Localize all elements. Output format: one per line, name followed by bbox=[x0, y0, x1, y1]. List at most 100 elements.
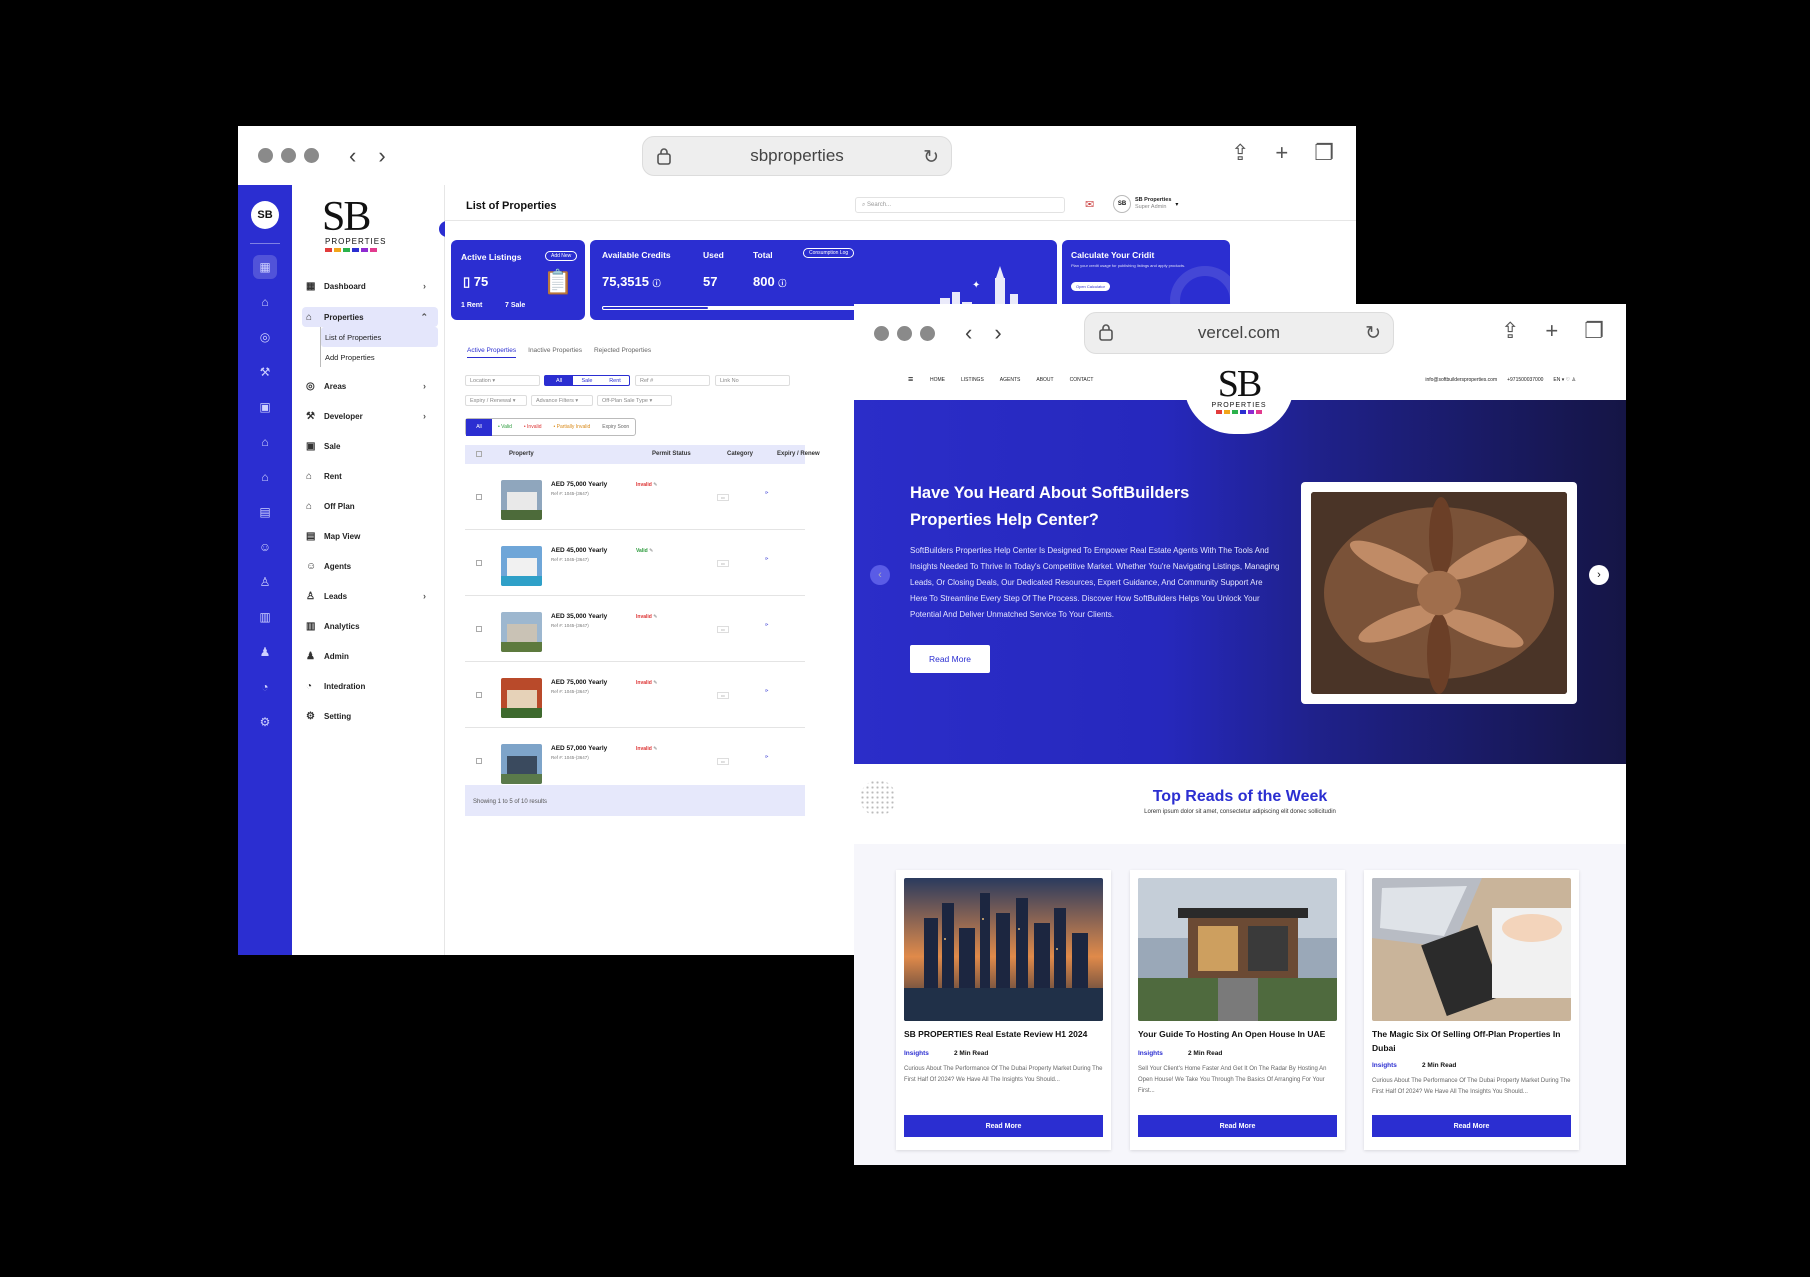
rail-analytics-icon[interactable]: ▥ bbox=[253, 605, 277, 629]
hamburger-icon[interactable]: ≡ bbox=[908, 374, 913, 384]
rail-agents-icon[interactable]: ☺ bbox=[253, 535, 277, 559]
off-plan-sale-type-filter[interactable]: Off-Plan Sale Type ▾ bbox=[597, 395, 672, 406]
sidebar-item-areas[interactable]: ◎ Areas › bbox=[292, 371, 444, 401]
type-rent-option[interactable]: Rent bbox=[601, 376, 629, 385]
rail-sale-icon[interactable]: ▣ bbox=[253, 395, 277, 419]
edit-icon[interactable]: ✎ bbox=[653, 746, 657, 752]
new-tab-icon[interactable]: + bbox=[1275, 140, 1288, 166]
edit-icon[interactable]: ✎ bbox=[653, 614, 657, 620]
article-card[interactable]: The Magic Six Of Selling Off-Plan Proper… bbox=[1364, 870, 1579, 1150]
forward-arrow-icon[interactable]: › bbox=[378, 143, 385, 169]
sidebar-item-leads[interactable]: ♙ Leads › bbox=[292, 581, 444, 611]
back-arrow-icon[interactable]: ‹ bbox=[965, 320, 972, 346]
sidebar-item-map-view[interactable]: ▤ Map View bbox=[292, 521, 444, 551]
rail-offplan-icon[interactable]: ⌂ bbox=[253, 465, 277, 489]
sidebar-item-admin[interactable]: ♟ Admin bbox=[292, 641, 444, 671]
nav-listings[interactable]: LISTINGS bbox=[961, 377, 984, 383]
sidebar-item-agents[interactable]: ☺ Agents bbox=[292, 551, 444, 581]
submenu-list-of-properties[interactable]: List of Properties bbox=[321, 327, 438, 347]
rail-admin-icon[interactable]: ♟ bbox=[253, 640, 277, 664]
rail-developer-icon[interactable]: ⚒ bbox=[253, 360, 277, 384]
expiry-renew-icon[interactable]: ⟳ bbox=[765, 556, 768, 562]
rail-leads-icon[interactable]: ♙ bbox=[253, 570, 277, 594]
tabs-overview-icon[interactable]: ❐ bbox=[1584, 318, 1604, 344]
search-input[interactable]: ⌕ Search... bbox=[855, 197, 1065, 213]
row-checkbox[interactable] bbox=[476, 692, 482, 698]
article-read-more-button[interactable]: Read More bbox=[1372, 1115, 1571, 1137]
advance-filters-dropdown[interactable]: Advance Filters ▾ bbox=[531, 395, 593, 406]
table-row[interactable]: AED 75,000 Yearly Ref #: 1045-(3647) Inval… bbox=[465, 662, 805, 728]
tab-active-properties[interactable]: Active Properties bbox=[467, 347, 517, 358]
row-checkbox[interactable] bbox=[476, 758, 482, 764]
account-icons[interactable]: EN ▾ ♡ ♙ bbox=[1553, 377, 1576, 383]
carousel-prev-button[interactable]: ‹ bbox=[870, 565, 890, 585]
open-calculator-button[interactable]: Open Calculator bbox=[1071, 282, 1110, 291]
reload-icon[interactable]: ↻ bbox=[923, 146, 939, 169]
rail-map-icon[interactable]: ▤ bbox=[253, 500, 277, 524]
nav-contact[interactable]: CONTACT bbox=[1070, 377, 1094, 383]
close-window-button[interactable] bbox=[258, 148, 273, 163]
select-all-checkbox[interactable] bbox=[476, 451, 482, 457]
maximize-window-button[interactable] bbox=[304, 148, 319, 163]
address-bar[interactable]: sbproperties ↻ bbox=[642, 136, 952, 176]
consumption-log-badge[interactable]: Consumption Log bbox=[803, 248, 855, 258]
location-filter[interactable]: Location ▾ bbox=[465, 375, 540, 386]
status-partially-invalid[interactable]: • Partially Invalid bbox=[547, 424, 596, 430]
row-checkbox[interactable] bbox=[476, 626, 482, 632]
article-card[interactable]: Your Guide To Hosting An Open House In U… bbox=[1130, 870, 1345, 1150]
edit-icon[interactable]: ✎ bbox=[653, 482, 657, 488]
expiry-renewal-filter[interactable]: Expiry / Renewal ▾ bbox=[465, 395, 527, 406]
table-row[interactable]: AED 45,000 Yearly Ref #: 1045-(3647) Valid… bbox=[465, 530, 805, 596]
rail-properties-icon[interactable]: ⌂ bbox=[253, 290, 277, 314]
hero-read-more-button[interactable]: Read More bbox=[910, 645, 990, 673]
nav-agents[interactable]: AGENTS bbox=[1000, 377, 1021, 383]
maximize-window-button[interactable] bbox=[920, 325, 935, 341]
contact-phone[interactable]: +971500037000 bbox=[1507, 377, 1543, 383]
table-row[interactable]: AED 75,000 Yearly Ref #: 1045-(3647) Inval… bbox=[465, 464, 805, 530]
rail-rent-icon[interactable]: ⌂ bbox=[253, 430, 277, 454]
new-tab-icon[interactable]: + bbox=[1545, 318, 1558, 344]
sidebar-item-developer[interactable]: ⚒ Developer › bbox=[292, 401, 444, 431]
tab-inactive-properties[interactable]: Inactive Properties bbox=[528, 347, 582, 358]
rail-dashboard-icon[interactable]: ▦ bbox=[253, 255, 277, 279]
nav-about[interactable]: ABOUT bbox=[1036, 377, 1053, 383]
sidebar-item-dashboard[interactable]: ▦ Dashboard › bbox=[292, 271, 444, 301]
rail-settings-icon[interactable]: ⚙ bbox=[253, 710, 277, 734]
nav-home[interactable]: HOME bbox=[930, 377, 945, 383]
row-checkbox[interactable] bbox=[476, 494, 482, 500]
user-menu[interactable]: SB SB Properties Super Admin ▾ bbox=[1113, 195, 1178, 213]
type-sale-option[interactable]: Sale bbox=[573, 376, 601, 385]
sidebar-item-integration[interactable]: ◔ Intedration bbox=[292, 671, 444, 701]
tabs-overview-icon[interactable]: ❐ bbox=[1314, 140, 1334, 166]
edit-icon[interactable]: ✎ bbox=[653, 680, 657, 686]
status-expiry-soon[interactable]: Expiry Soon bbox=[596, 424, 635, 430]
article-read-more-button[interactable]: Read More bbox=[904, 1115, 1103, 1137]
forward-arrow-icon[interactable]: › bbox=[994, 320, 1001, 346]
submenu-add-properties[interactable]: Add Properties bbox=[321, 347, 444, 367]
tab-rejected-properties[interactable]: Rejected Properties bbox=[594, 347, 651, 358]
minimize-window-button[interactable] bbox=[281, 148, 296, 163]
share-icon[interactable]: ⇪ bbox=[1501, 318, 1519, 344]
status-valid[interactable]: • Valid bbox=[492, 424, 518, 430]
site-logo[interactable]: SB PROPERTIES bbox=[1209, 365, 1269, 414]
link-no-input[interactable]: Link No bbox=[715, 375, 790, 386]
sidebar-item-properties[interactable]: ⌂ Properties ⌃ bbox=[302, 307, 438, 327]
expiry-renew-icon[interactable]: ⟳ bbox=[765, 622, 768, 628]
article-read-more-button[interactable]: Read More bbox=[1138, 1115, 1337, 1137]
close-window-button[interactable] bbox=[874, 325, 889, 341]
expiry-renew-icon[interactable]: ⟳ bbox=[765, 490, 768, 496]
ref-input[interactable]: Ref # bbox=[635, 375, 710, 386]
share-icon[interactable]: ⇪ bbox=[1231, 140, 1249, 166]
type-all-option[interactable]: All bbox=[545, 376, 573, 385]
carousel-next-button[interactable]: › bbox=[1589, 565, 1609, 585]
expiry-renew-icon[interactable]: ⟳ bbox=[765, 754, 768, 760]
notification-icon[interactable]: ✉ bbox=[1085, 198, 1094, 211]
row-checkbox[interactable] bbox=[476, 560, 482, 566]
status-all[interactable]: All bbox=[466, 418, 492, 436]
status-invalid[interactable]: • Invalid bbox=[518, 424, 548, 430]
address-bar[interactable]: vercel.com ↻ bbox=[1084, 312, 1394, 354]
rail-areas-icon[interactable]: ◎ bbox=[253, 325, 277, 349]
sidebar-item-analytics[interactable]: ▥ Analytics bbox=[292, 611, 444, 641]
expiry-renew-icon[interactable]: ⟳ bbox=[765, 688, 768, 694]
add-new-badge[interactable]: Add New bbox=[545, 251, 578, 261]
